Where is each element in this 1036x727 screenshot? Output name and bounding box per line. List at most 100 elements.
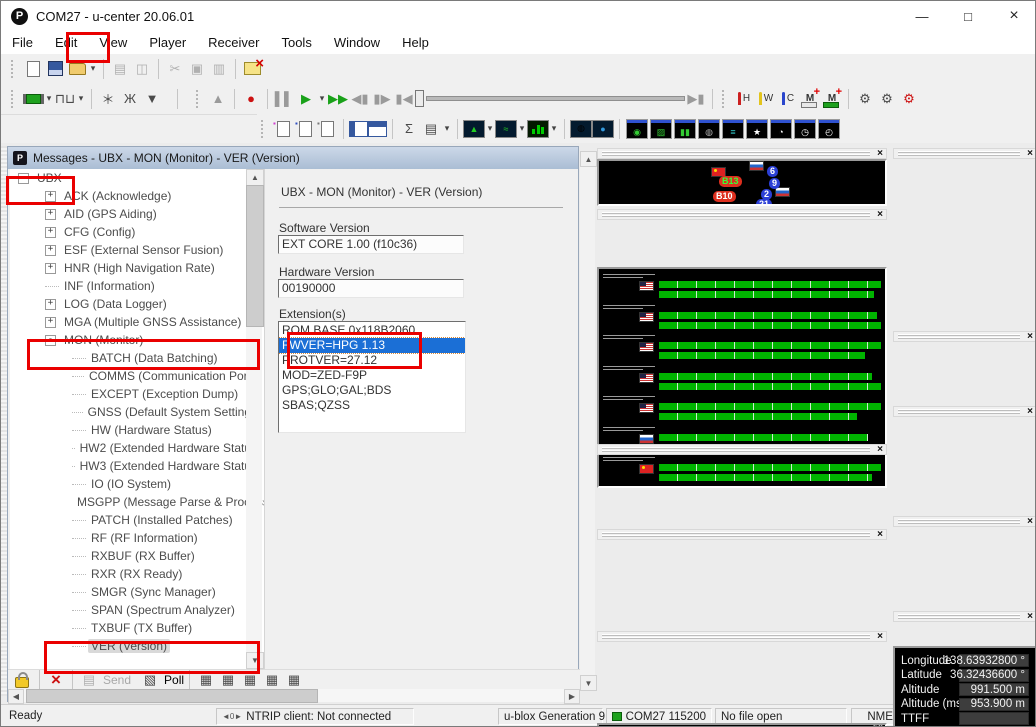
hscroll-thumb[interactable]: [26, 689, 318, 703]
expand-plus-icon[interactable]: +: [45, 191, 56, 202]
connection-dropdown-icon[interactable]: ▾: [44, 93, 54, 104]
print-icon[interactable]: ▤: [109, 58, 131, 80]
tree-item-txbuf[interactable]: TXBUF (TX Buffer): [10, 619, 264, 637]
tree-item-mon[interactable]: -MON (Monitor): [10, 331, 264, 349]
world-map-panel-dragbar[interactable]: ×: [597, 631, 887, 642]
menu-file[interactable]: File: [1, 32, 44, 53]
send-button[interactable]: ▤Send: [78, 669, 131, 691]
line-chart-view-icon[interactable]: ≈: [495, 120, 517, 138]
signal-chart-panel-dragbar[interactable]: ×: [597, 444, 887, 455]
tree-item-mga[interactable]: +MGA (Multiple GNSS Assistance): [10, 313, 264, 331]
tree-item-log[interactable]: +LOG (Data Logger): [10, 295, 264, 313]
sky-view-icon[interactable]: ◉: [626, 119, 648, 139]
compass-panel-close-icon[interactable]: ×: [1024, 332, 1036, 342]
tree-item-io[interactable]: IO (IO System): [10, 475, 264, 493]
attach-receiver-icon[interactable]: ▼: [141, 88, 163, 110]
extensions-list[interactable]: ROM BASE 0x118B2060FWVER=HPG 1.13PROTVER…: [278, 321, 466, 433]
pause-icon[interactable]: ▌▌: [273, 88, 295, 110]
autobaud-wand-icon[interactable]: ＊: [97, 88, 119, 110]
altimeter-panel-close-icon[interactable]: ×: [1024, 517, 1036, 527]
sky-cluster-panel-close-icon[interactable]: ×: [874, 149, 886, 159]
sky-cluster-panel-dragbar[interactable]: ×: [597, 148, 887, 159]
terminal-icon[interactable]: ▦: [283, 669, 305, 691]
statistics-sigma-icon[interactable]: Σ: [398, 118, 420, 140]
tree-item-rxr[interactable]: RXR (RX Ready): [10, 565, 264, 583]
table-view-icon[interactable]: ▤: [420, 118, 442, 140]
tree-item-ver[interactable]: VER (Version): [10, 637, 264, 655]
menu-player[interactable]: Player: [138, 32, 197, 53]
dock-tree-left-icon[interactable]: ▦: [239, 669, 261, 691]
position-data-panel-dragbar[interactable]: ×: [893, 148, 1036, 159]
tree-scroll-down-icon[interactable]: ▼: [246, 652, 264, 669]
extension-item[interactable]: FWVER=HPG 1.13: [279, 338, 465, 353]
tree-item-inf[interactable]: INF (Information): [10, 277, 264, 295]
expand-plus-icon[interactable]: +: [45, 227, 56, 238]
chart-view-icon[interactable]: ▲: [463, 120, 485, 138]
clock-window-icon[interactable]: ◷: [794, 119, 816, 139]
menu-view[interactable]: View: [88, 32, 138, 53]
hscroll-left-icon[interactable]: ◀: [8, 689, 24, 704]
tree-item-except[interactable]: EXCEPT (Exception Dump): [10, 385, 264, 403]
tree-item-batch[interactable]: BATCH (Data Batching): [10, 349, 264, 367]
table-dropdown-icon[interactable]: ▾: [442, 123, 452, 134]
map-view-icon[interactable]: ◍: [570, 120, 592, 138]
debug-bug-icon[interactable]: Ж: [119, 88, 141, 110]
extension-item[interactable]: MOD=ZED-F9P: [279, 368, 465, 383]
autopoll-icon[interactable]: ▦: [195, 669, 217, 691]
hardware-version-field[interactable]: 00190000: [278, 279, 464, 298]
tree-item-gnss[interactable]: GNSS (Default System Settings): [10, 403, 264, 421]
message-lock-icon[interactable]: [15, 677, 29, 688]
tree-item-rf[interactable]: RF (RF Information): [10, 529, 264, 547]
new-file-icon[interactable]: [22, 58, 44, 80]
close-button[interactable]: ×: [991, 1, 1036, 31]
speedometer-window-icon[interactable]: ◔: [770, 119, 792, 139]
skip-end-icon[interactable]: ▶▮: [685, 88, 707, 110]
position-data-panel-close-icon[interactable]: ×: [1024, 149, 1036, 159]
skip-start-icon[interactable]: ▮◀: [393, 88, 415, 110]
gear-revert-config-icon[interactable]: ⚙: [898, 88, 920, 110]
expand-plus-icon[interactable]: +: [45, 299, 56, 310]
minimize-button[interactable]: —: [899, 1, 945, 31]
tree-scrollbar[interactable]: ▲ ▼: [246, 169, 262, 669]
tree-item-aid[interactable]: +AID (GPS Aiding): [10, 205, 264, 223]
eject-icon[interactable]: ▲: [207, 88, 229, 110]
position-map-panel-close-icon[interactable]: ×: [874, 530, 886, 540]
clear-message-icon[interactable]: ×: [45, 669, 67, 691]
play-dropdown-icon[interactable]: ▾: [317, 93, 327, 104]
menu-help[interactable]: Help: [391, 32, 440, 53]
workspace-scrollbar[interactable]: ▲ ▼: [580, 151, 595, 691]
dock-left-icon[interactable]: [349, 121, 368, 137]
play-icon[interactable]: ▶: [295, 88, 317, 110]
disconnect-icon[interactable]: [244, 62, 261, 75]
print-preview-icon[interactable]: ◫: [131, 58, 153, 80]
compass-panel-dragbar[interactable]: ×: [893, 331, 1036, 342]
software-version-field[interactable]: EXT CORE 1.00 (f10c36): [278, 235, 464, 254]
workspace-scroll-up-icon[interactable]: ▲: [580, 151, 597, 167]
record-icon[interactable]: ●: [240, 88, 262, 110]
signal-history-panel-close-icon[interactable]: ×: [874, 210, 886, 220]
message-add-icon[interactable]: M: [799, 88, 821, 110]
open-icon[interactable]: [66, 58, 88, 80]
menu-tools[interactable]: Tools: [270, 32, 322, 53]
paste-icon[interactable]: ▥: [208, 58, 230, 80]
tree-item-hw2[interactable]: HW2 (Extended Hardware Status): [10, 439, 264, 457]
copy-icon[interactable]: ▣: [186, 58, 208, 80]
collapse-minus-icon[interactable]: -: [18, 173, 29, 184]
tree-item-span[interactable]: SPAN (Spectrum Analyzer): [10, 601, 264, 619]
slider-thumb[interactable]: [415, 90, 424, 107]
compass-window-icon[interactable]: ★: [746, 119, 768, 139]
gear-load-config-icon[interactable]: ⚙: [876, 88, 898, 110]
tree-scroll-up-icon[interactable]: ▲: [246, 169, 264, 186]
expand-plus-icon[interactable]: +: [45, 263, 56, 274]
new-chart-doc-icon[interactable]: ▪: [272, 118, 294, 140]
new-table-doc-icon[interactable]: ▪: [294, 118, 316, 140]
tree-item-msgpp[interactable]: MSGPP (Message Parse & Process): [10, 493, 264, 511]
expand-plus-icon[interactable]: +: [45, 209, 56, 220]
tree-item-hw[interactable]: HW (Hardware Status): [10, 421, 264, 439]
extension-item[interactable]: GPS;GLO;GAL;BDS: [279, 383, 465, 398]
deviation-map-icon[interactable]: ▨: [650, 119, 672, 139]
hscroll-right-icon[interactable]: ▶: [564, 689, 580, 704]
baudrate-icon[interactable]: ⊓⊔: [54, 88, 76, 110]
message-table-icon[interactable]: ≡: [722, 119, 744, 139]
world-map-panel-close-icon[interactable]: ×: [874, 632, 886, 642]
